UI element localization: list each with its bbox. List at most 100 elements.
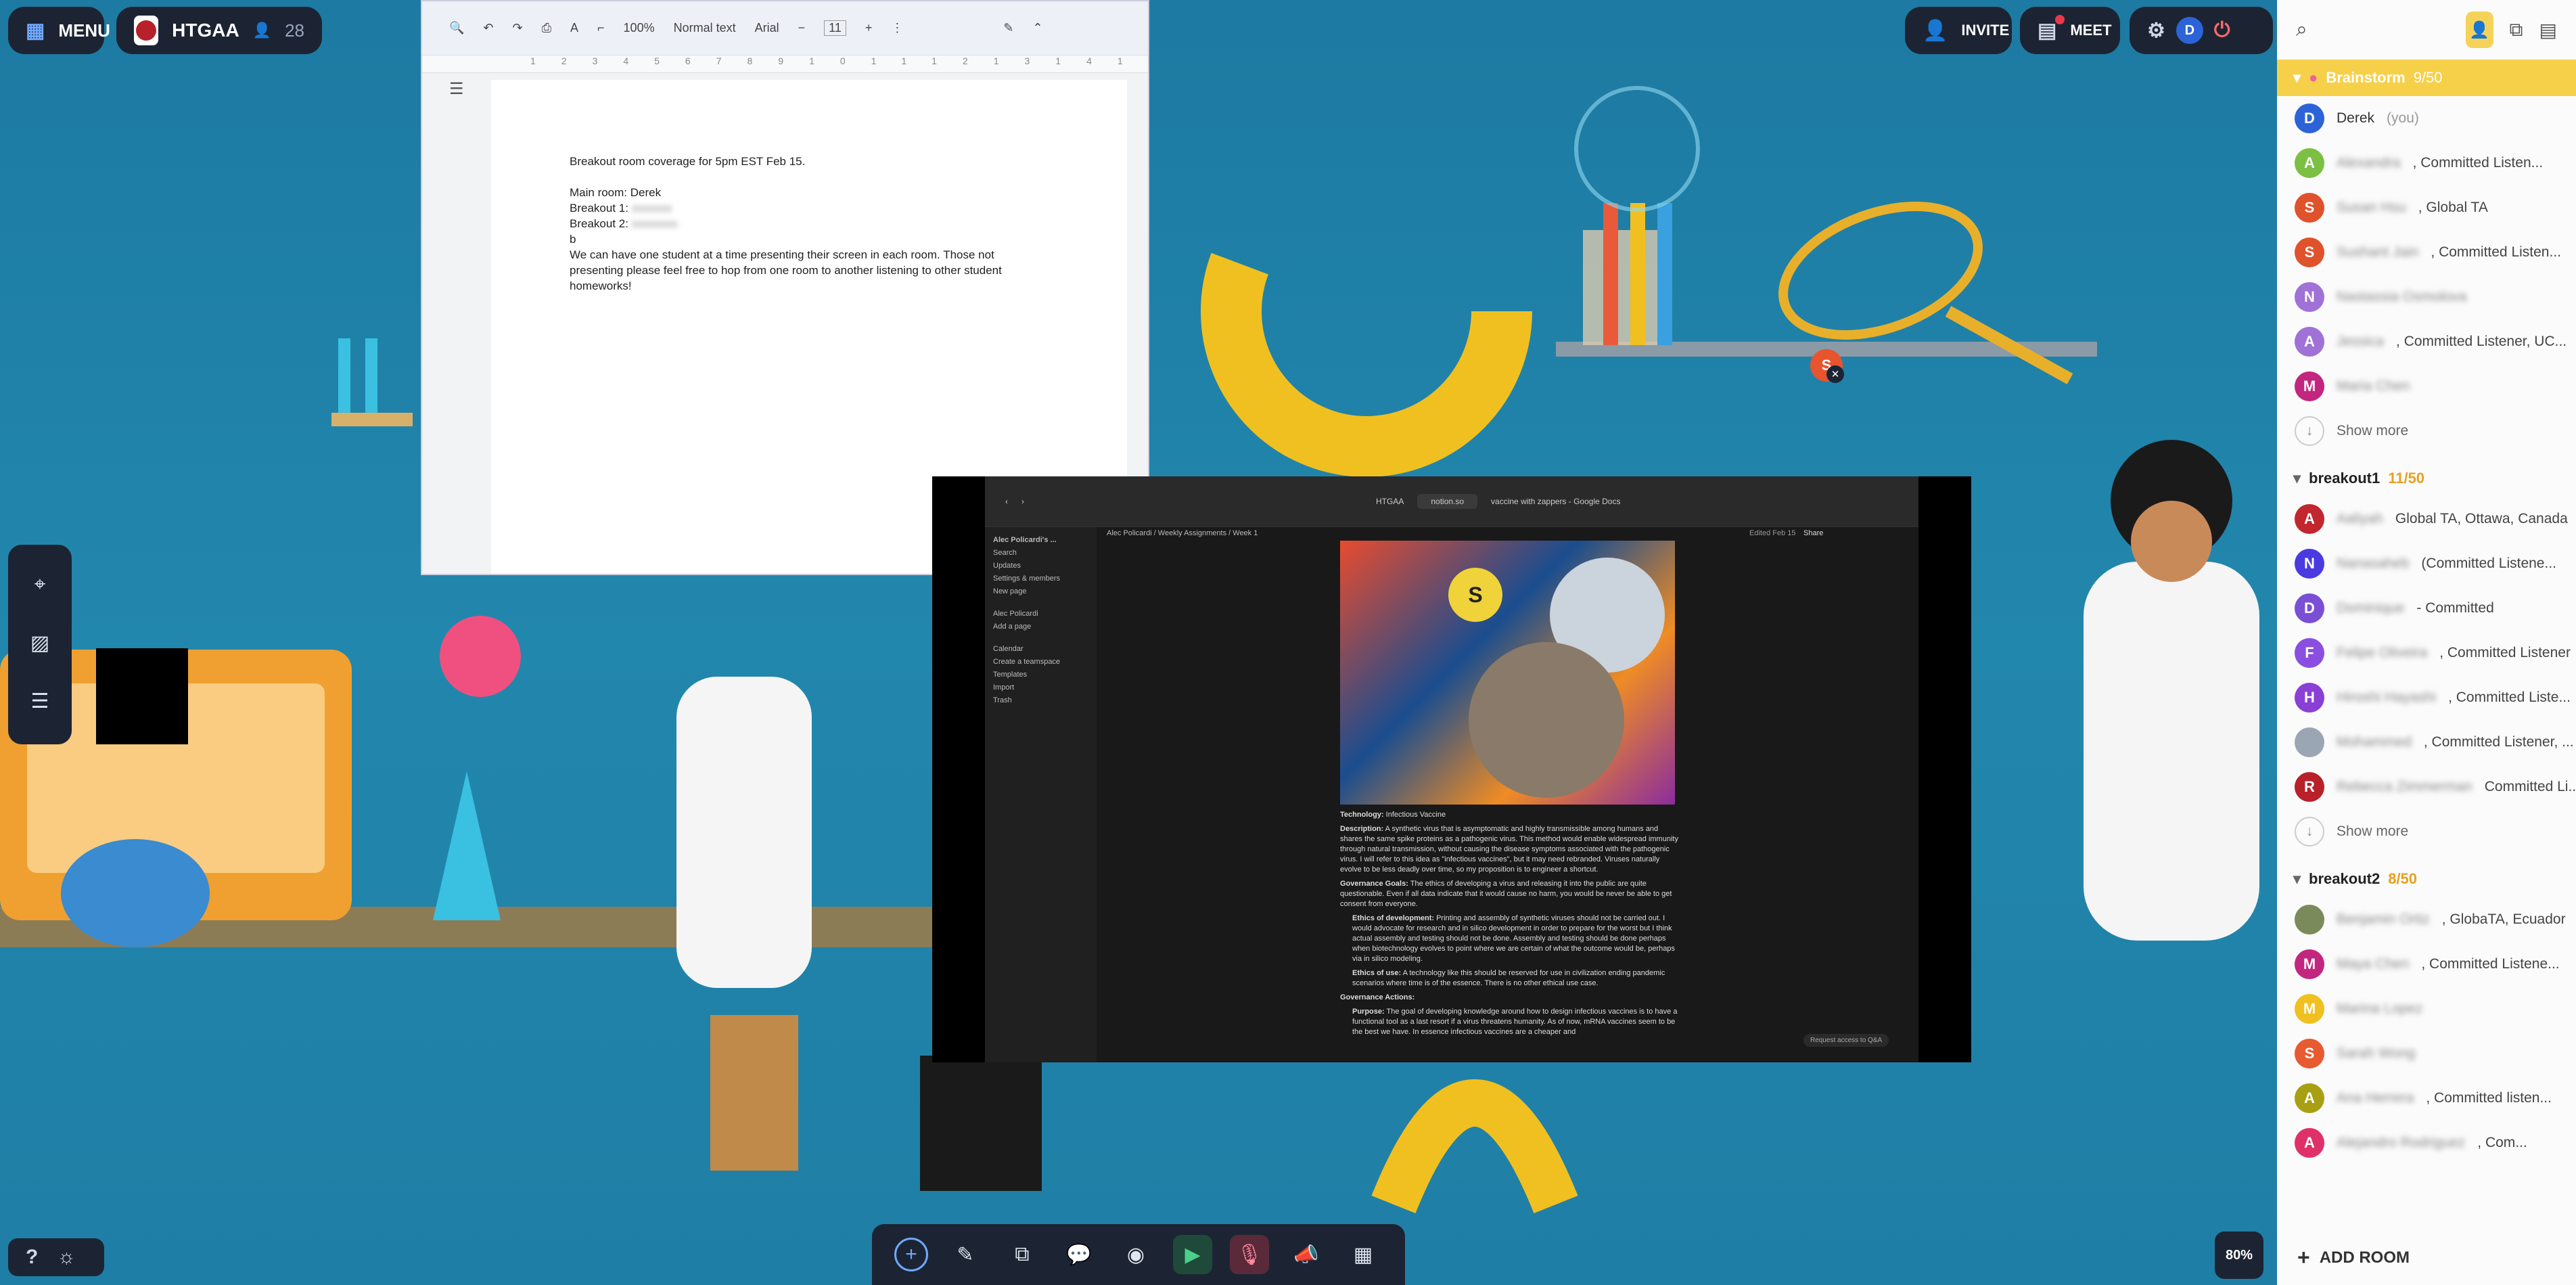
cover-image: S xyxy=(1340,541,1675,805)
member-avatar: F xyxy=(2295,638,2324,668)
megaphone-icon[interactable]: 📣 xyxy=(1287,1235,1326,1274)
apps-icon[interactable]: ▦ xyxy=(1343,1235,1383,1274)
member-role: (Committed Listene... xyxy=(2421,556,2556,571)
user-avatar[interactable]: D xyxy=(2176,17,2203,44)
more-icon[interactable]: ⋮ xyxy=(891,21,903,35)
room-header-breakout1[interactable]: ▾ breakout1 11/50 xyxy=(2277,460,2576,497)
screen-share-window[interactable]: ‹ › HTGAA notion.so vaccine with zappers … xyxy=(932,476,1971,1062)
room-header-breakout2[interactable]: ▾ breakout2 8/50 xyxy=(2277,861,2576,897)
brain-icon: ● xyxy=(2309,69,2318,86)
zoom-control[interactable]: 80% xyxy=(2215,1232,2263,1279)
power-icon[interactable]: ⏻ xyxy=(2214,19,2230,42)
search-icon[interactable]: ⌕ xyxy=(2296,18,2307,41)
member-name: Nanasaheb xyxy=(2337,556,2410,571)
people-icon[interactable]: 👤 xyxy=(2465,12,2493,48)
notion-page-content: S Technology: Infectious Vaccine Descrip… xyxy=(1340,541,1678,1037)
sliders-icon[interactable]: ☰ xyxy=(20,681,60,721)
menu-button[interactable]: ▦ MENU xyxy=(8,7,110,54)
breadcrumb: Alec Policardi / Weekly Assignments / We… xyxy=(1107,529,1258,537)
room-member[interactable]: N Nanasaheb (Committed Listene... xyxy=(2277,541,2576,586)
member-name: Rebecca Zimmerman xyxy=(2337,779,2472,794)
room-member[interactable]: A Aaliyah Global TA, Ottawa, Canada xyxy=(2277,497,2576,541)
edit-mode-icon[interactable]: ✎ xyxy=(1003,21,1013,35)
room-member[interactable]: M Maria Chen xyxy=(2277,364,2576,409)
invite-button[interactable]: 👤 INVITE xyxy=(1905,7,2012,54)
add-icon[interactable]: + xyxy=(894,1238,928,1271)
doc-toolbar: 🔍 ↶ ↷ ⎙ A ⌐ 100% Normal text Arial − 11 … xyxy=(422,1,1148,55)
bug-icon[interactable]: ☼ xyxy=(57,1246,76,1269)
decrease-size-icon[interactable]: − xyxy=(798,21,806,35)
video-bubble xyxy=(1469,642,1624,798)
member-avatar: N xyxy=(2295,282,2324,312)
room-member[interactable]: A Alexandra , Committed Listen... xyxy=(2277,141,2576,185)
print-icon[interactable]: ⎙ xyxy=(542,21,551,35)
show-more-button[interactable]: ↓ Show more xyxy=(2277,809,2576,854)
pencil-icon[interactable]: ✎ xyxy=(946,1235,985,1274)
member-name: Felipe Oliveira xyxy=(2337,645,2428,660)
room-member[interactable]: D Dominique - Committed xyxy=(2277,586,2576,631)
spellcheck-icon[interactable]: A xyxy=(570,21,578,35)
member-name: Sushant Jain xyxy=(2337,244,2419,260)
doc-body[interactable]: Breakout room coverage for 5pm EST Feb 1… xyxy=(570,154,1043,294)
room-member[interactable]: N Nastassia Osmolova xyxy=(2277,275,2576,319)
participants-panel: ⌕ 👤 ⧉ ▤ ▾ ● Brainstorm 9/50 D Derek (you) A… xyxy=(2277,0,2576,1285)
member-role: , Committed Listener xyxy=(2439,645,2571,660)
room-member[interactable]: S Susan Hsu , Global TA xyxy=(2277,185,2576,230)
room-member[interactable]: F Felipe Oliveira , Committed Listener xyxy=(2277,631,2576,675)
paint-format-icon[interactable]: ⌐ xyxy=(597,21,605,35)
chat-icon[interactable]: 💬 xyxy=(1059,1235,1099,1274)
room-member[interactable]: A Ana Herrera , Committed listen... xyxy=(2277,1076,2576,1121)
image-icon[interactable]: ▨ xyxy=(20,623,60,662)
outline-icon[interactable]: ☰ xyxy=(449,79,464,99)
room-header-brainstorm[interactable]: ▾ ● Brainstorm 9/50 xyxy=(2277,60,2576,96)
search-icon[interactable]: 🔍 xyxy=(449,21,464,35)
show-more-button[interactable]: ↓ Show more xyxy=(2277,409,2576,453)
chat-bubbles-icon[interactable]: ⧉ xyxy=(2510,19,2523,41)
shared-screen: ‹ › HTGAA notion.so vaccine with zappers … xyxy=(985,476,1918,1062)
room-member[interactable]: Mohammed , Committed Listener, ... xyxy=(2277,720,2576,765)
member-name: Sarah Wong xyxy=(2337,1045,2416,1061)
member-avatar: M xyxy=(2295,371,2324,401)
room-member[interactable]: M Maya Chen , Committed Listene... xyxy=(2277,942,2576,987)
virtual-space-map[interactable]: ▦ MENU HTGAA 👤 28 👤 INVITE ▤ MEET ⚙ D ⏻ … xyxy=(0,0,2277,1285)
increase-size-icon[interactable]: + xyxy=(865,21,873,35)
zoom-select[interactable]: 100% xyxy=(624,21,655,35)
member-avatar: A xyxy=(2295,327,2324,357)
room-member[interactable]: Benjamin Ortiz , GlobaTA, Ecuador xyxy=(2277,897,2576,942)
style-select[interactable]: Normal text xyxy=(674,21,736,35)
add-room-button[interactable]: + ADD ROOM xyxy=(2277,1230,2576,1285)
video-tile[interactable] xyxy=(96,648,188,744)
room-member[interactable]: A Alejandro Rodriguez , Com... xyxy=(2277,1121,2576,1165)
font-size-input[interactable]: 11 xyxy=(824,20,846,36)
ruler: 123456789101112131415161718 xyxy=(422,55,1148,73)
room-member[interactable]: R Rebecca Zimmerman Committed Li... xyxy=(2277,765,2576,809)
location-pin-icon[interactable]: ⌖ xyxy=(20,565,60,604)
member-role: (you) xyxy=(2387,110,2419,126)
font-select[interactable]: Arial xyxy=(755,21,779,35)
notification-dot xyxy=(2055,15,2065,24)
room-member[interactable]: D Derek (you) xyxy=(2277,96,2576,141)
help-icon[interactable]: ? xyxy=(26,1246,38,1269)
room-member[interactable]: S Sushant Jain , Committed Listen... xyxy=(2277,230,2576,275)
notion-sidebar: Alec Policardi's ... Search Updates Sett… xyxy=(985,527,1097,1062)
mic-off-icon[interactable]: 🎙 xyxy=(1230,1235,1269,1274)
camera-icon[interactable]: ▶ xyxy=(1173,1235,1212,1274)
collapse-icon[interactable]: ⌃ xyxy=(1032,21,1042,35)
space-info[interactable]: HTGAA 👤 28 xyxy=(116,7,322,54)
calendar-icon[interactable]: ▤ xyxy=(2539,19,2557,41)
room-member[interactable]: A Jessica , Committed Listener, UC... xyxy=(2277,319,2576,364)
meet-button[interactable]: ▤ MEET xyxy=(2020,7,2120,54)
redo-icon[interactable]: ↷ xyxy=(513,21,523,35)
room-member[interactable]: S Sarah Wong xyxy=(2277,1031,2576,1076)
add-user-icon: 👤 xyxy=(1923,19,1948,42)
broadcast-icon[interactable]: ◉ xyxy=(1116,1235,1155,1274)
chevron-down-icon: ▾ xyxy=(2293,870,2301,887)
settings-icon[interactable]: ⚙ xyxy=(2147,19,2165,43)
room-member[interactable]: M Marina Lopez xyxy=(2277,987,2576,1031)
undo-icon[interactable]: ↶ xyxy=(483,21,493,35)
screen-share-icon[interactable]: ⧉ xyxy=(1003,1235,1042,1274)
room-member[interactable]: H Hiroshi Hayashi , Committed Liste... xyxy=(2277,675,2576,720)
member-avatar: A xyxy=(2295,1083,2324,1113)
plus-icon: + xyxy=(2297,1245,2310,1269)
member-name: Alexandra xyxy=(2337,155,2401,171)
